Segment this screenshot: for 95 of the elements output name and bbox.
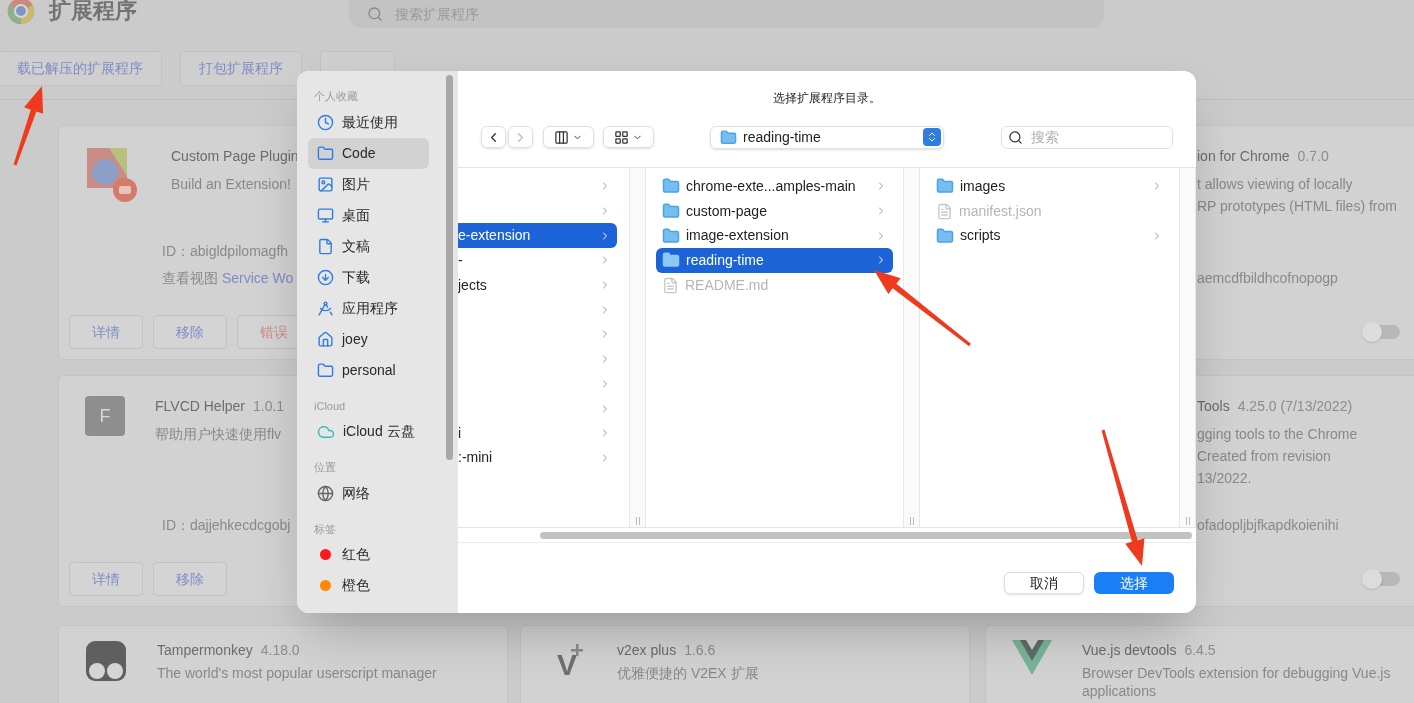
inspect-views-text: 查看视图 Service Wo [162, 269, 294, 288]
file-row[interactable]: - [458, 248, 617, 273]
download-icon [317, 268, 334, 286]
location-popup[interactable]: reading-time [710, 125, 944, 149]
file-row[interactable]: scripts [930, 223, 1169, 249]
grid-icon [614, 129, 629, 145]
extension-name: ion for Chrome [1197, 147, 1290, 166]
file-row[interactable]: :-mini [458, 445, 617, 471]
browser-logo-icon [7, 0, 35, 25]
folder-icon [317, 144, 334, 162]
folder-icon [662, 202, 680, 221]
horizontal-scrollbar[interactable] [540, 531, 1192, 539]
folder-icon [936, 177, 954, 196]
extension-name: FLVCD Helper [155, 397, 245, 416]
compass-icon [317, 299, 334, 317]
extension-logo-icon [85, 640, 127, 682]
folder-icon [936, 226, 954, 245]
extension-version: 1.6.6 [684, 641, 716, 660]
extension-name: Tools [1197, 397, 1230, 416]
resize-handle[interactable] [635, 517, 640, 525]
folder-icon [662, 226, 680, 245]
home-icon [317, 330, 334, 348]
toggle-switch[interactable] [1364, 572, 1400, 586]
toggle-switch[interactable] [1364, 325, 1400, 339]
extension-description: Build an Extension! [171, 175, 292, 194]
folder-icon [720, 128, 737, 146]
extension-version: 4.18.0 [260, 641, 300, 660]
sidebar-item[interactable]: 红色 [308, 539, 429, 570]
file-row[interactable]: e-extension [458, 223, 617, 249]
sidebar-item[interactable]: 文稿 [308, 230, 429, 262]
extension-version: 6.4.5 [1184, 641, 1216, 660]
extension-name: v2ex plus [617, 641, 677, 660]
columns-icon [554, 129, 569, 145]
file-row[interactable]: image-extension [656, 223, 893, 249]
resize-handle[interactable] [909, 517, 914, 525]
sidebar-heading: iCloud [313, 398, 347, 414]
folder-icon [662, 251, 680, 270]
sidebar-item[interactable]: 图片 [308, 168, 429, 200]
choose-button[interactable]: 选择 [1094, 572, 1174, 594]
sidebar-item[interactable]: Code [308, 137, 429, 169]
file-row[interactable]: jects [458, 272, 617, 298]
extension-id: ID：dajjehkecdcgobj [162, 516, 291, 535]
scrollbar-thumb[interactable] [446, 75, 453, 460]
extension-description: gging tools to the Chrome Created from revision 13/2022. [1197, 425, 1358, 488]
view-mode-button[interactable] [543, 126, 594, 148]
extension-description: Browser DevTools extension for debugging Vue.js applications [1082, 664, 1391, 700]
sidebar-item[interactable]: 下载 [308, 261, 429, 293]
group-button[interactable] [603, 126, 654, 148]
back-button[interactable] [481, 126, 506, 148]
folder-icon [662, 177, 680, 196]
sidebar-item[interactable]: 应用程序 [308, 292, 429, 324]
document-icon [317, 237, 334, 255]
globe-icon [317, 484, 334, 502]
extension-description: t allows viewing of locally RP prototypes (HTML files) from [1197, 175, 1397, 216]
file-row[interactable]: i [458, 420, 617, 446]
extension-name: Vue.js devtools [1082, 641, 1177, 660]
cancel-button[interactable]: 取消 [1004, 572, 1084, 594]
sidebar-item[interactable]: 桌面 [308, 199, 429, 231]
stepper-icon [923, 128, 941, 146]
file-row[interactable]: reading-time [656, 248, 893, 273]
extension-description: 帮助用户快速使用flv [155, 425, 282, 444]
extension-name: Tampermonkey [157, 641, 253, 660]
extension-version: 1.0.1 [253, 397, 285, 416]
dialog-title: 选择扩展程序目录。 [773, 90, 881, 107]
monitor-icon [317, 206, 334, 224]
sidebar-item[interactable]: joey [308, 323, 429, 355]
file-icon [936, 202, 953, 220]
extension-version: 0.7.0 [1297, 147, 1329, 166]
sidebar-item[interactable]: 最近使用 [308, 106, 429, 138]
sidebar-item[interactable]: 橙色 [308, 570, 429, 601]
search-icon [367, 6, 383, 22]
sidebar-item[interactable]: personal [308, 354, 429, 386]
extension-id: aemcdfbildhcofnopogp [1197, 269, 1338, 288]
file-row[interactable]: images [930, 174, 1169, 199]
extension-name: Custom Page Plugin [171, 147, 299, 166]
sidebar-heading: 标签 [313, 521, 337, 537]
file-icon [662, 276, 679, 294]
image-icon [317, 175, 334, 193]
search-icon [1008, 129, 1023, 145]
extension-description: The world's most popular userscript manager [157, 664, 437, 682]
extension-id: ID：abigldpilomagfh [162, 242, 289, 261]
extension-logo-icon: F [85, 396, 125, 436]
sidebar-heading: 位置 [313, 460, 337, 475]
resize-handle[interactable] [1185, 517, 1190, 525]
file-row[interactable]: custom-page [656, 198, 893, 224]
sidebar-heading: 个人收藏 [313, 89, 359, 104]
extension-id: ofadopljbjfkapdkoienihi [1197, 516, 1339, 535]
extension-description: 优雅便捷的 V2EX 扩展 [617, 664, 759, 682]
file-row[interactable]: chrome-exte...amples-main [656, 174, 893, 199]
extension-version: 4.25.0 (7/13/2022) [1237, 397, 1353, 416]
sidebar-item[interactable]: iCloud 云盘 [308, 416, 429, 447]
sidebar-item[interactable]: 网络 [308, 477, 429, 509]
clock-icon [317, 113, 334, 131]
folder-icon [317, 361, 334, 379]
extension-logo-icon [1012, 640, 1052, 676]
